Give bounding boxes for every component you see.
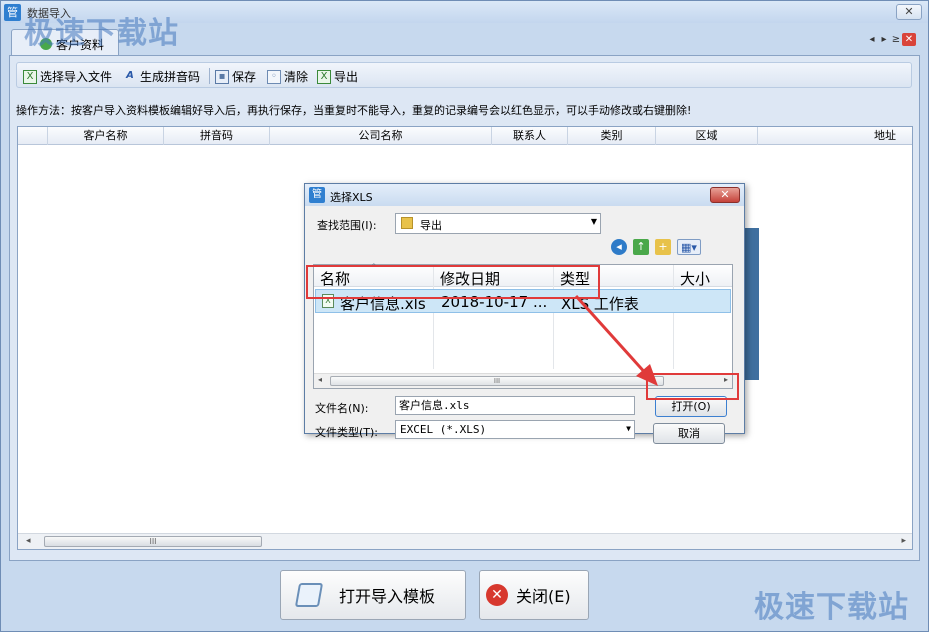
filename-input[interactable]: 客户信息.xls	[395, 396, 635, 415]
view-menu-icon[interactable]: ▦▾	[677, 239, 701, 255]
toolbar-divider	[209, 68, 210, 84]
toolbar: X 选择导入文件 A 生成拼音码 ▪ 保存 ◦ 清除 X 导出	[16, 62, 912, 88]
filetype-value: EXCEL (*.XLS)	[400, 423, 487, 436]
scroll-left-icon[interactable]: ◂	[26, 536, 31, 546]
new-folder-icon[interactable]: +	[655, 239, 671, 255]
tab-controls: ◂ ▸ ≥ ✕	[866, 33, 916, 46]
book-icon	[294, 583, 324, 607]
open-import-template-button[interactable]: 打开导入模板	[280, 570, 466, 620]
tab-close-icon[interactable]: ✕	[902, 33, 916, 46]
folder-icon	[401, 217, 413, 229]
select-import-file-label: 选择导入文件	[40, 70, 113, 84]
tab-menu-icon[interactable]: ≥	[890, 34, 902, 45]
column-header[interactable]: 拼音码	[164, 127, 270, 145]
close-label: 关闭(E)	[516, 587, 571, 606]
column-header[interactable]: 客户名称	[48, 127, 164, 145]
column-divider	[673, 265, 674, 369]
save-label: 保存	[232, 70, 257, 84]
close-x-icon: ✕	[486, 584, 508, 606]
open-import-template-label: 打开导入模板	[339, 587, 436, 606]
select-import-file-button[interactable]: X 选择导入文件	[23, 68, 112, 85]
dialog-nav-icons: ◂ ↑ + ▦▾	[611, 239, 701, 255]
tab-prev-icon[interactable]: ◂	[866, 34, 878, 45]
generate-pinyin-button[interactable]: A 生成拼音码	[123, 68, 200, 85]
dialog-close-button[interactable]: ✕	[710, 187, 740, 203]
scroll-left-icon[interactable]: ◂	[318, 375, 322, 384]
column-size[interactable]: 大小	[680, 268, 710, 289]
column-header[interactable]: 公司名称	[270, 127, 492, 145]
tab-next-icon[interactable]: ▸	[878, 34, 890, 45]
export-label: 导出	[334, 70, 359, 84]
filename-label: 文件名(N):	[315, 402, 369, 415]
chevron-down-icon[interactable]: ▼	[591, 217, 597, 226]
filetype-select[interactable]: EXCEL (*.XLS) ▼	[395, 420, 635, 439]
lookin-value: 导出	[420, 219, 442, 232]
chevron-down-icon[interactable]: ▼	[626, 424, 631, 433]
column-header[interactable]: 类别	[568, 127, 656, 145]
annotation-arrow	[574, 294, 658, 386]
cancel-button[interactable]: 取消	[653, 423, 725, 444]
generate-pinyin-label: 生成拼音码	[140, 70, 201, 84]
font-a-icon: A	[126, 69, 134, 81]
window-close-button[interactable]: ✕	[896, 4, 922, 20]
instruction-text: 操作方法：按客户导入资料模板编辑好导入后，再执行保存，当重复时不能导入，重复的记…	[16, 104, 692, 117]
watermark-top: 极速下载站	[24, 16, 179, 51]
up-folder-icon[interactable]: ↑	[633, 239, 649, 255]
dialog-title: 选择XLS	[330, 191, 373, 204]
column-header[interactable]: 区域	[656, 127, 758, 145]
grid-row-header	[18, 127, 48, 145]
filetype-label: 文件类型(T):	[315, 426, 379, 439]
grid-header: 客户名称 拼音码 公司名称 联系人 类别 区域 地址	[18, 127, 912, 145]
dialog-app-icon: 管	[309, 187, 325, 203]
dialog-title-bar: 管 选择XLS ✕	[305, 184, 744, 206]
grid-horizontal-scrollbar[interactable]: ◂ III ▸	[18, 533, 912, 549]
app-icon: 管	[4, 4, 21, 21]
background-scrollbar	[745, 228, 759, 380]
clear-icon: ◦	[267, 69, 281, 84]
save-icon: ▪	[215, 69, 229, 84]
highlight-box-file	[306, 265, 600, 299]
close-button[interactable]: ✕ 关闭(E)	[479, 570, 589, 620]
lookin-combo[interactable]: 导出 ▼	[395, 213, 601, 234]
column-header[interactable]: 地址	[758, 127, 912, 145]
clear-button[interactable]: ◦ 清除	[267, 68, 308, 85]
export-button[interactable]: X 导出	[317, 68, 358, 85]
scroll-thumb[interactable]: III	[44, 536, 262, 547]
arrow-line	[574, 294, 650, 378]
excel-export-icon: X	[317, 69, 331, 84]
back-icon[interactable]: ◂	[611, 239, 627, 255]
excel-icon: X	[23, 69, 37, 84]
lookin-label: 查找范围(I):	[317, 219, 377, 232]
clear-label: 清除	[284, 70, 309, 84]
save-button[interactable]: ▪ 保存	[215, 68, 256, 85]
watermark-bottom: 极速下载站	[754, 590, 909, 625]
scroll-right-icon[interactable]: ▸	[901, 536, 906, 546]
column-header[interactable]: 联系人	[492, 127, 568, 145]
